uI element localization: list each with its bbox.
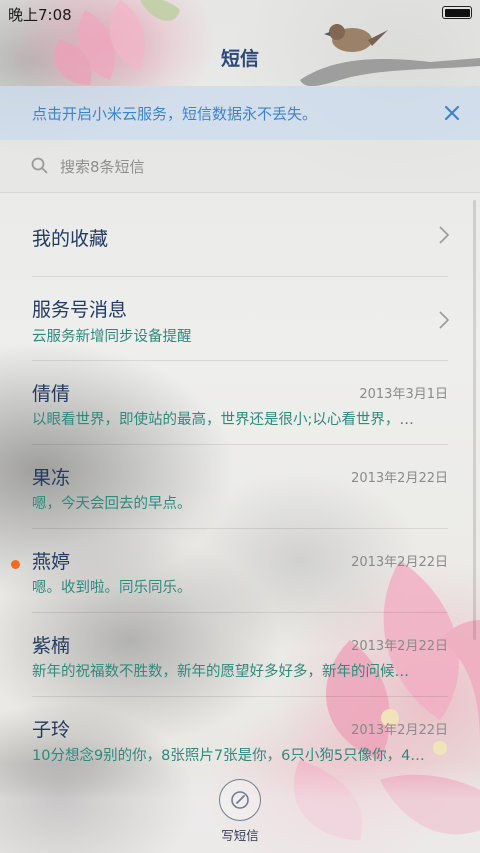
search-bar[interactable]	[0, 140, 480, 193]
list-item-subtitle: 云服务新增同步设备提醒	[32, 329, 192, 345]
list-item-title: 倩倩	[32, 383, 71, 405]
status-time: 晚上7:08	[8, 6, 72, 24]
status-bar: 晚上7:08	[0, 0, 480, 28]
list-item-subtitle: 嗯。收到啦。同乐同乐。	[32, 580, 192, 596]
list-item-conversation[interactable]: 燕婷 2013年2月22日 嗯。收到啦。同乐同乐。	[0, 529, 480, 613]
list-item-date: 2013年2月22日	[351, 639, 448, 654]
page-title: 短信	[220, 48, 259, 70]
list-item-conversation[interactable]: 紫楠 2013年2月22日 新年的祝福数不胜数，新年的愿望好多好多，新年的问候…	[0, 613, 480, 697]
list-item-subtitle: 以眼看世界，即使站的最高，世界还是很小;以心看世界，…	[32, 412, 414, 428]
list-item-conversation[interactable]: 倩倩 2013年3月1日 以眼看世界，即使站的最高，世界还是很小;以心看世界，…	[0, 361, 480, 445]
chevron-right-icon	[439, 226, 450, 244]
list-item-title: 果冻	[32, 467, 71, 489]
list-item-favorites[interactable]: 我的收藏	[0, 193, 480, 277]
battery-icon	[442, 6, 472, 19]
search-icon	[30, 156, 50, 176]
list-item-title: 紫楠	[32, 635, 71, 657]
title-bar: 短信	[0, 28, 480, 86]
conversation-list: 我的收藏 服务号消息 云服务新增同步设备提醒 倩倩 2013年3月1日 以眼看世…	[0, 193, 480, 763]
list-item-conversation[interactable]: 子玲 2013年2月22日 10分想念9别的你，8张照片7张是你，6只小狗5只像…	[0, 697, 480, 763]
chevron-right-icon	[439, 311, 450, 329]
unread-indicator	[11, 560, 20, 569]
list-item-subtitle: 新年的祝福数不胜数，新年的愿望好多好多，新年的问候…	[32, 664, 409, 680]
list-item-title: 子玲	[32, 719, 71, 741]
list-item-date: 2013年3月1日	[359, 387, 448, 402]
list-item-conversation[interactable]: 果冻 2013年2月22日 嗯，今天会回去的早点。	[0, 445, 480, 529]
search-input[interactable]	[58, 151, 442, 183]
list-item-title: 我的收藏	[32, 228, 109, 250]
list-item-date: 2013年2月22日	[351, 555, 448, 570]
scrollbar[interactable]	[473, 200, 476, 640]
list-item-title: 燕婷	[32, 551, 71, 573]
compose-area: 写短信	[0, 763, 480, 853]
compose-label[interactable]: 写短信	[0, 825, 480, 844]
list-item-subtitle: 嗯，今天会回去的早点。	[32, 496, 192, 512]
compose-button[interactable]	[219, 779, 261, 821]
list-item-title: 服务号消息	[32, 299, 128, 321]
close-icon[interactable]	[438, 99, 466, 127]
battery-level-fill	[444, 8, 470, 17]
list-item-date: 2013年2月22日	[351, 471, 448, 486]
banner-text[interactable]: 点击开启小米云服务，短信数据永不丢失。	[32, 103, 317, 124]
list-item-service-messages[interactable]: 服务号消息 云服务新增同步设备提醒	[0, 277, 480, 361]
list-item-date: 2013年2月22日	[351, 723, 448, 738]
compose-icon	[231, 791, 249, 809]
list-item-subtitle: 10分想念9别的你，8张照片7张是你，6只小狗5只像你，4…	[32, 748, 425, 763]
cloud-service-banner[interactable]: 点击开启小米云服务，短信数据永不丢失。	[0, 86, 480, 140]
